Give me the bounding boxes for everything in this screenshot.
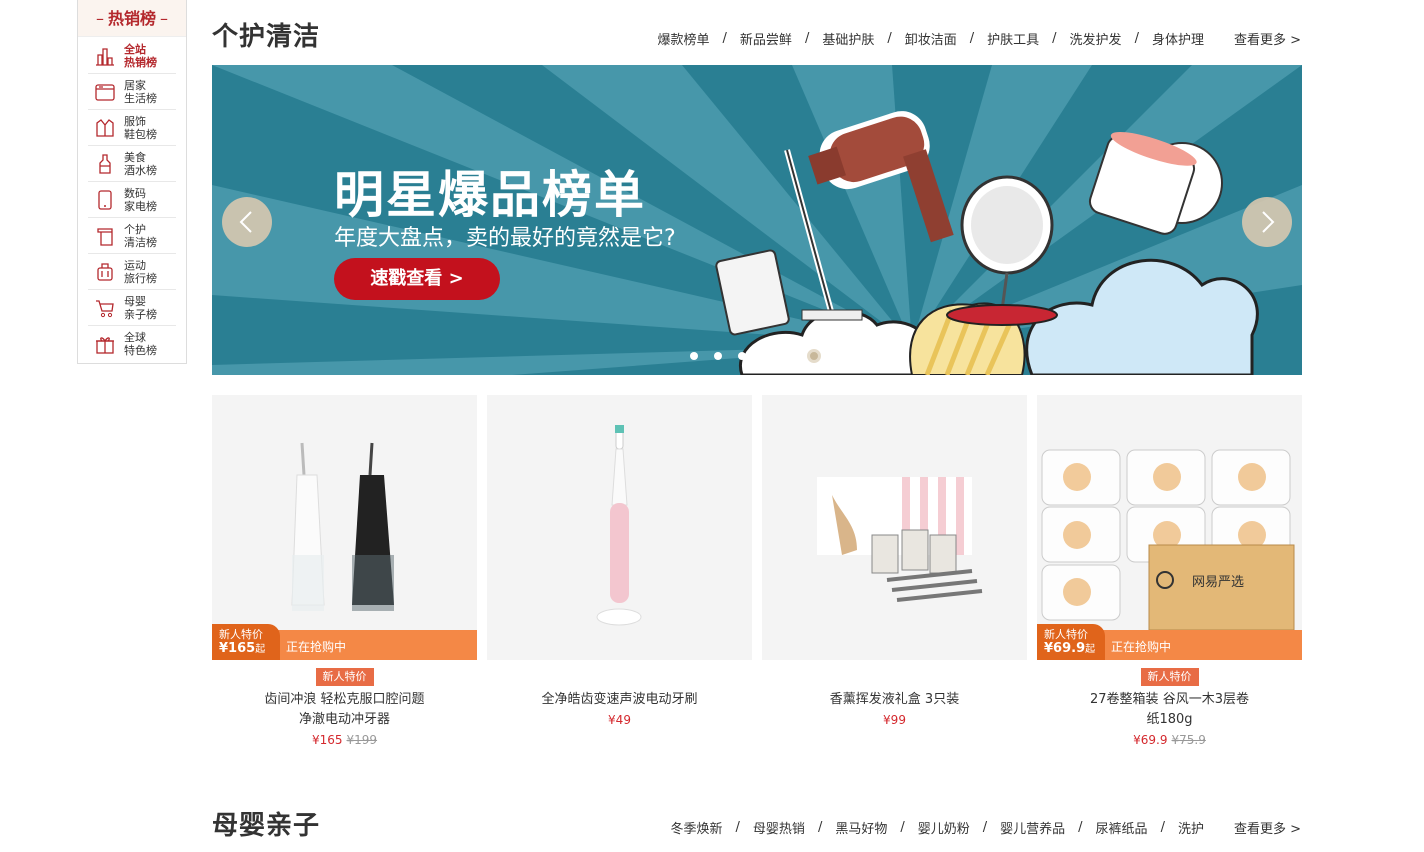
sidenav-item-sports[interactable]: 运动 旅行榜 [88, 254, 176, 290]
new-user-badge: 新人特价 [315, 668, 374, 686]
box-brand-label: 网易严选 [1192, 575, 1245, 590]
tab-diapers[interactable]: 尿裤纸品 [1096, 818, 1148, 837]
sidenav-item-global[interactable]: 全球 特色榜 [88, 326, 176, 362]
tab-baby-hot[interactable]: 母婴热销 [753, 818, 805, 837]
tab-winter-new[interactable]: 冬季焕新 [671, 818, 723, 837]
promo-bar: 新人特价 ¥69.9起 正在抢购中 [1037, 624, 1302, 660]
sidenav-item-baby[interactable]: 母婴 亲子榜 [88, 290, 176, 326]
banner-cta-button[interactable]: 速戳查看 > [334, 258, 500, 300]
view-more-link[interactable]: 查看更多 > [1234, 29, 1301, 48]
towel-icon [97, 227, 113, 246]
product-card[interactable]: 香薰挥发液礼盒 3只装 ¥99 [762, 395, 1027, 727]
promo-status: 正在抢购中 [1111, 640, 1172, 654]
toilet-paper-box-image [1037, 395, 1302, 660]
product-price: ¥99 [883, 713, 906, 727]
ranking-sidenav: – 热销榜 – 全站 热销榜 居家 生活榜 服饰 鞋包榜 美食 酒水榜 数码 家电榜 个护 清洁… [77, 0, 187, 364]
product-image[interactable]: 网易严选 新人特价 ¥69.9起 正在抢购中 [1037, 395, 1302, 660]
tab-body-care[interactable]: 身体护理 [1152, 29, 1204, 48]
tab-hot-list[interactable]: 爆款榜单 [658, 29, 710, 48]
tab-basic-skincare[interactable]: 基础护肤 [822, 29, 874, 48]
product-card[interactable]: 全净皓齿变速声波电动牙刷 ¥49 [487, 395, 752, 727]
sidenav-item-home[interactable]: 居家 生活榜 [88, 74, 176, 110]
banner-title: 明星爆品榜单 [334, 166, 646, 224]
shirt-icon [96, 118, 114, 137]
tab-new-arrivals[interactable]: 新品尝鲜 [740, 29, 792, 48]
sidenav-title: – 热销榜 – [78, 0, 186, 37]
bottle-icon [99, 153, 111, 174]
water-flosser-image [212, 395, 477, 660]
sidenav-item-digital[interactable]: 数码 家电榜 [88, 182, 176, 218]
sidenav-item-food[interactable]: 美食 酒水榜 [88, 146, 176, 182]
chevron-right-icon [1262, 211, 1275, 233]
product-image[interactable]: 新人特价 ¥165起 正在抢购中 [212, 395, 477, 660]
chevron-left-icon [239, 211, 252, 233]
promo-price-tag: 新人特价 ¥165起 [212, 624, 280, 660]
hero-banner[interactable]: 明星爆品榜单 年度大盘点，卖的最好的竟然是它? 速戳查看 > [212, 65, 1302, 375]
chart-bars-icon [96, 47, 114, 66]
product-price: ¥165 ¥199 [311, 733, 378, 747]
banner-prev-button[interactable] [222, 197, 272, 247]
product-image[interactable] [487, 395, 752, 660]
phone-icon [98, 189, 112, 210]
product-card[interactable]: 新人特价 ¥165起 正在抢购中 新人特价 齿间冲浪 轻松克服口腔问题 净澈电动冲… [212, 395, 477, 747]
promo-bar: 新人特价 ¥165起 正在抢购中 [212, 624, 477, 660]
sidenav-item-personal-care[interactable]: 个护 清洁榜 [88, 218, 176, 254]
electric-toothbrush-image [487, 395, 752, 660]
promo-price-tag: 新人特价 ¥69.9起 [1037, 624, 1105, 660]
new-user-badge: 新人特价 [1140, 668, 1199, 686]
banner-next-button[interactable] [1242, 197, 1292, 247]
tab-baby-nutrition[interactable]: 婴儿营养品 [1000, 818, 1065, 837]
banner-dot-2[interactable] [714, 352, 722, 360]
view-more-link[interactable]: 查看更多 > [1234, 818, 1301, 837]
promo-status: 正在抢购中 [286, 640, 347, 654]
tab-dark-horse[interactable]: 黑马好物 [835, 818, 887, 837]
tab-cleansing[interactable]: 卸妆洁面 [905, 29, 957, 48]
aroma-diffuser-gift-box-image [762, 395, 1027, 660]
product-name[interactable]: 全净皓齿变速声波电动牙刷 [487, 690, 752, 710]
product-name[interactable]: 齿间冲浪 轻松克服口腔问题 净澈电动冲牙器 [212, 690, 477, 730]
gift-icon [96, 337, 114, 354]
product-card[interactable]: 网易严选 新人特价 ¥69.9起 正在抢购中 新人特价 27卷整箱装 谷风一木3… [1037, 395, 1302, 747]
banner-dot-6[interactable] [807, 349, 821, 363]
section-title-personal-care: 个护清洁 [212, 22, 321, 52]
product-name[interactable]: 香薰挥发液礼盒 3只装 [762, 690, 1027, 710]
tab-skincare-tools[interactable]: 护肤工具 [987, 29, 1039, 48]
product-price: ¥69.9 ¥75.9 [1133, 733, 1206, 747]
tab-formula[interactable]: 婴儿奶粉 [918, 818, 970, 837]
banner-dot-3[interactable] [738, 352, 746, 360]
tab-hair-care[interactable]: 洗发护发 [1070, 29, 1122, 48]
home-appliance-icon [95, 83, 115, 101]
sidenav-item-site-hot[interactable]: 全站 热销榜 [88, 38, 176, 74]
banner-subtitle: 年度大盘点，卖的最好的竟然是它? [334, 226, 676, 251]
banner-dot-1[interactable] [690, 352, 698, 360]
product-price: ¥49 [608, 713, 631, 727]
banner-dot-4[interactable] [762, 352, 770, 360]
section-tabs-personal-care: 爆款榜单 / 新品尝鲜 / 基础护肤 / 卸妆洁面 / 护肤工具 / 洗发护发 / 身体护理… [657, 29, 1301, 48]
product-image[interactable] [762, 395, 1027, 660]
banner-pagination [690, 349, 837, 363]
section-tabs-mother-baby: 冬季焕新 / 母婴热销 / 黑马好物 / 婴儿奶粉 / 婴儿营养品 / 尿裤纸品 / 洗护 … [670, 818, 1301, 837]
banner-dot-5[interactable] [786, 352, 794, 360]
tab-wash-care[interactable]: 洗护 [1178, 818, 1204, 837]
stroller-icon [96, 299, 114, 317]
luggage-icon [97, 262, 113, 281]
sidenav-item-apparel[interactable]: 服饰 鞋包榜 [88, 110, 176, 146]
product-name[interactable]: 27卷整箱装 谷风一木3层卷 纸180g [1037, 690, 1302, 730]
section-title-mother-baby: 母婴亲子 [212, 811, 321, 841]
